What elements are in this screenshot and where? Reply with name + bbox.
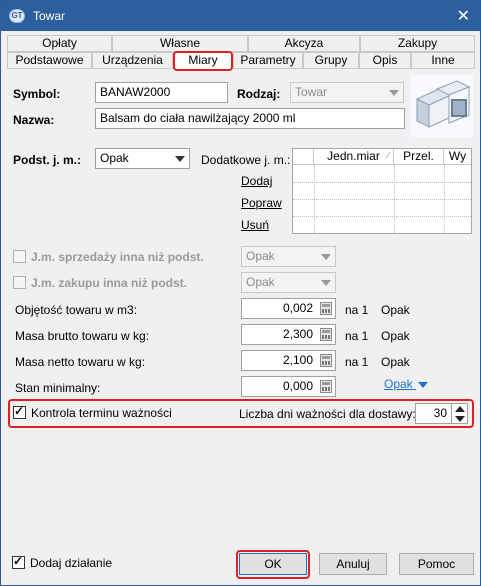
arrow-up-icon[interactable] [455,406,465,412]
stan-unit-dropdown[interactable]: Opak [384,377,429,391]
tab-akcyza[interactable]: Akcyza [248,35,360,52]
chevron-down-icon [175,156,185,162]
sort-icon: ⁄ [387,151,389,162]
jm-sprzedazy-dropdown[interactable]: Opak [241,246,336,267]
title-bar[interactable]: GT Towar ✕ [1,1,480,31]
podst-jm-dropdown[interactable]: Opak [95,148,190,169]
arrow-down-icon[interactable] [455,416,465,422]
rodzaj-dropdown[interactable]: Towar [290,82,404,103]
table-header-blank [293,149,314,165]
tab-parametry[interactable]: Parametry [233,52,303,69]
objetosc-field[interactable]: 0,002 [241,298,336,319]
calculator-icon[interactable] [320,302,332,315]
grid-line [293,199,471,200]
dodaj-dzialanie-checkbox[interactable]: ✓ [12,554,25,569]
unit-label: Opak [381,303,410,317]
tab-urzadzenia[interactable]: Urządzenia [92,52,173,69]
product-box-icon [411,75,473,137]
masa-netto-value: 2,100 [282,353,313,367]
rodzaj-label: Rodzaj: [237,87,281,101]
dodatkowe-jm-table[interactable]: Jedn.miar ⁄ Przel. Wy [292,148,472,234]
pomoc-button[interactable]: Pomoc [399,553,474,575]
stan-unit-value: Opak [384,377,413,391]
jm-sprzedazy-label: J.m. sprzedaży inna niż podst. [31,250,204,264]
stan-minimalny-field[interactable]: 0,000 [241,376,336,397]
usun-link[interactable]: Usuń [241,218,269,232]
unit-label: Opak [381,329,410,343]
nazwa-label: Nazwa: [13,113,55,127]
stan-minimalny-value: 0,000 [282,379,313,393]
masa-brutto-field[interactable]: 2,300 [241,324,336,345]
calculator-icon[interactable] [320,328,332,341]
ok-button[interactable]: OK [239,553,307,575]
rodzaj-value: Towar [295,85,328,99]
liczba-dni-value: 30 [433,406,447,420]
jm-zakupu-value: Opak [246,275,275,289]
tab-miary[interactable]: Miary [173,52,233,69]
chevron-down-icon [321,254,331,260]
jm-zakupu-checkbox[interactable] [13,276,26,289]
kontrola-label: Kontrola terminu ważności [31,406,172,420]
masa-netto-field[interactable]: 2,100 [241,350,336,371]
tab-opis[interactable]: Opis [359,52,411,69]
podst-jm-label: Podst. j. m.: [13,153,82,167]
table-header-przel[interactable]: Przel. [394,149,444,165]
grid-line [293,182,471,183]
grid-line [293,216,471,217]
calculator-icon[interactable] [320,354,332,367]
chevron-down-icon [389,90,399,96]
popraw-link[interactable]: Popraw [241,196,282,210]
objetosc-label: Objętość towaru w m3: [15,303,138,317]
dodatkowe-jm-label: Dodatkowe j. m.: [201,153,291,167]
checkmark-icon: ✓ [13,554,24,568]
jm-sprzedazy-value: Opak [246,249,275,263]
jm-sprzedazy-checkbox[interactable] [13,250,26,263]
nazwa-field[interactable]: Balsam do ciała nawilżający 2000 ml [95,108,405,129]
tab-oplaty[interactable]: Opłaty [7,35,112,52]
kontrola-checkbox[interactable]: ✓ [13,404,26,419]
close-icon[interactable]: ✕ [457,6,470,26]
objetosc-value: 0,002 [282,301,313,315]
podst-jm-value: Opak [100,151,129,165]
dodaj-dzialanie-label: Dodaj działanie [30,556,113,570]
checkmark-icon: ✓ [14,404,25,418]
tab-wlasne[interactable]: Własne [112,35,248,52]
masa-netto-label: Masa netto towaru w kg: [15,355,146,369]
jm-zakupu-label: J.m. zakupu inna niż podst. [31,276,188,290]
unit-label: Opak [381,355,410,369]
stan-minimalny-label: Stan minimalny: [15,381,101,395]
masa-brutto-value: 2,300 [282,327,313,341]
na1-label: na 1 [345,329,369,343]
tab-zakupy[interactable]: Zakupy [360,35,475,52]
header-text: Jedn.miar [327,149,380,163]
na1-label: na 1 [345,355,369,369]
masa-brutto-label: Masa brutto towaru w kg: [15,329,150,343]
table-header-wy[interactable]: Wy [444,149,471,165]
table-header-jednmiar[interactable]: Jedn.miar ⁄ [314,149,394,165]
liczba-dni-spinner[interactable]: 30 [415,403,468,424]
liczba-dni-label: Liczba dni ważności dla dostawy: [239,407,416,421]
jm-zakupu-dropdown[interactable]: Opak [241,272,336,293]
app-logo-icon: GT [9,9,25,23]
chevron-down-icon [418,381,429,388]
window-title: Towar [33,9,66,23]
spinner-buttons[interactable] [451,404,467,423]
dodaj-link[interactable]: Dodaj [241,174,272,188]
tab-podstawowe[interactable]: Podstawowe [7,52,92,69]
anuluj-button[interactable]: Anuluj [319,553,387,575]
chevron-down-icon [321,280,331,286]
tab-grupy[interactable]: Grupy [303,52,359,69]
symbol-field[interactable]: BANAW2000 [95,82,228,103]
tab-inne[interactable]: Inne [411,52,475,69]
towar-dialog: GT Towar ✕ Opłaty Własne Akcyza Zakupy P… [0,0,481,586]
na1-label: na 1 [345,303,369,317]
calculator-icon[interactable] [320,380,332,393]
symbol-label: Symbol: [13,87,61,101]
